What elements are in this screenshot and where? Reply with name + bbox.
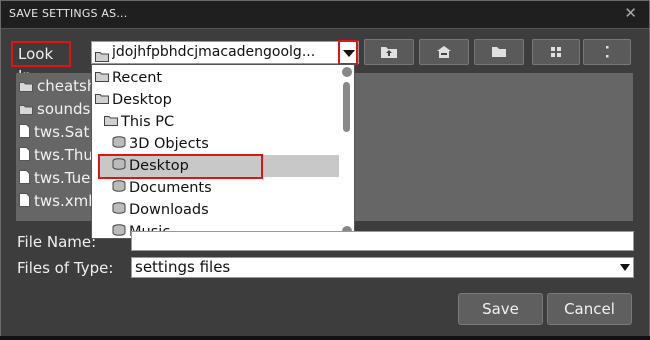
dropdown-item-desktop-root[interactable]: Desktop bbox=[95, 89, 172, 111]
file-item[interactable]: cheatsh bbox=[19, 75, 96, 97]
list-view-button[interactable] bbox=[532, 39, 580, 65]
new-folder-button[interactable] bbox=[474, 39, 524, 65]
new-folder-icon bbox=[492, 47, 506, 57]
file-name: tws.Tue bbox=[34, 169, 91, 187]
folder-up-icon bbox=[381, 47, 397, 58]
dropdown-item-documents[interactable]: Documents bbox=[112, 177, 212, 199]
drive-icon bbox=[112, 199, 126, 221]
file-name: tws.Sat bbox=[34, 123, 90, 141]
file-item[interactable]: tws.Tue bbox=[19, 167, 90, 189]
look-in-dropdown-arrow[interactable] bbox=[338, 40, 358, 65]
dropdown-item-recent[interactable]: Recent bbox=[95, 67, 162, 89]
dropdown-item-downloads[interactable]: Downloads bbox=[112, 199, 209, 221]
file-name: tws.Thu bbox=[34, 146, 93, 164]
document-icon bbox=[19, 122, 30, 144]
drive-icon bbox=[112, 133, 126, 155]
chevron-down-icon bbox=[620, 264, 630, 271]
file-name-label: File Name: bbox=[17, 233, 97, 251]
files-of-type-value: settings files bbox=[135, 258, 231, 276]
dropdown-item-3d-objects[interactable]: 3D Objects bbox=[112, 133, 209, 155]
dropdown-scrollbar[interactable] bbox=[340, 65, 354, 238]
file-name: cheatsh bbox=[37, 77, 97, 95]
document-icon bbox=[19, 168, 30, 190]
file-item[interactable]: tws.Thu bbox=[19, 144, 93, 166]
document-icon bbox=[19, 191, 30, 213]
look-in-label: Look In: bbox=[11, 41, 71, 85]
file-item[interactable]: tws.Sat bbox=[19, 121, 89, 143]
cancel-button[interactable]: Cancel bbox=[547, 293, 632, 325]
folder-icon bbox=[95, 67, 109, 89]
file-name: tws.xml bbox=[34, 192, 93, 210]
details-view-button[interactable] bbox=[583, 39, 631, 65]
drive-icon bbox=[112, 177, 126, 199]
look-in-value: jdojhfpbhdcjmacadengoolg... bbox=[112, 44, 316, 60]
dropdown-item-label: Documents bbox=[129, 180, 212, 196]
home-icon bbox=[437, 46, 451, 58]
file-name: sounds bbox=[37, 100, 91, 118]
drive-icon bbox=[112, 221, 126, 238]
dropdown-item-label: 3D Objects bbox=[129, 136, 209, 152]
dropdown-item-this-pc[interactable]: This PC bbox=[104, 111, 174, 133]
scrollbar-thumb[interactable] bbox=[343, 82, 350, 132]
more-vertical-icon bbox=[606, 46, 609, 58]
look-in-combo[interactable]: jdojhfpbhdcjmacadengoolg... bbox=[91, 40, 359, 65]
up-one-level-button[interactable] bbox=[364, 39, 414, 65]
look-in-dropdown-list[interactable]: Recent Desktop This PC 3D Objects Deskto… bbox=[91, 64, 355, 239]
home-button[interactable] bbox=[419, 39, 469, 65]
chevron-down-icon bbox=[343, 50, 355, 57]
selected-item-highlight-box bbox=[98, 154, 263, 179]
title-bar: SAVE SETTINGS AS... ✕ bbox=[1, 1, 649, 29]
file-item[interactable]: tws.xml bbox=[19, 190, 92, 212]
files-of-type-label: Files of Type: bbox=[17, 259, 114, 277]
close-icon[interactable]: ✕ bbox=[624, 4, 637, 22]
folder-icon bbox=[95, 89, 109, 111]
files-of-type-select[interactable]: settings files bbox=[131, 257, 634, 278]
file-name-input[interactable] bbox=[131, 231, 634, 251]
dropdown-item-label: Desktop bbox=[112, 92, 172, 108]
grid-icon bbox=[551, 47, 561, 57]
dialog-title: SAVE SETTINGS AS... bbox=[9, 7, 128, 20]
save-settings-dialog: SAVE SETTINGS AS... ✕ Look In: jdojhfpbh… bbox=[0, 0, 650, 340]
folder-icon bbox=[104, 111, 118, 133]
background-strip bbox=[0, 336, 650, 340]
folder-icon bbox=[19, 76, 33, 98]
save-button[interactable]: Save bbox=[458, 293, 543, 325]
dropdown-item-label: This PC bbox=[121, 114, 175, 130]
folder-icon bbox=[19, 99, 33, 121]
scroll-up-icon[interactable] bbox=[342, 67, 352, 77]
file-item[interactable]: sounds bbox=[19, 98, 90, 120]
dropdown-item-label: Downloads bbox=[129, 202, 209, 218]
document-icon bbox=[19, 145, 30, 167]
dropdown-item-label: Recent bbox=[112, 70, 163, 86]
